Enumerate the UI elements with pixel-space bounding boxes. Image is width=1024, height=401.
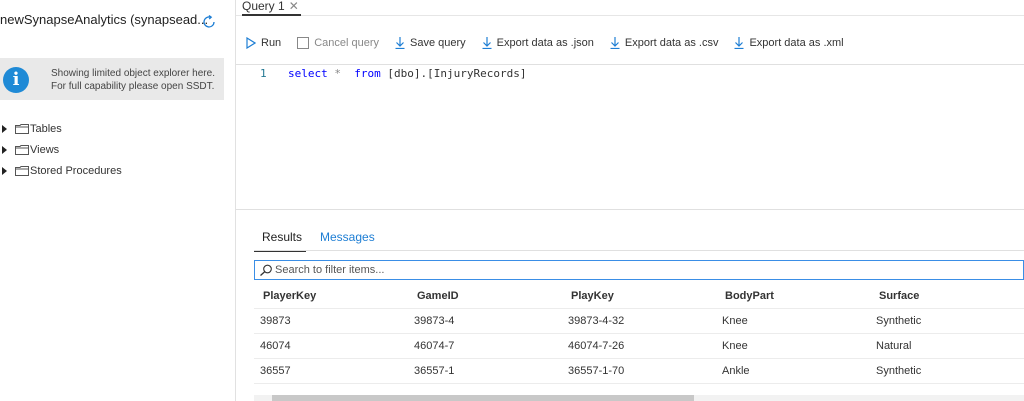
expand-caret-icon[interactable]	[2, 124, 7, 133]
table-cell[interactable]: 36557-1	[408, 365, 562, 377]
column-header[interactable]: Surface	[870, 290, 1024, 302]
download-icon	[395, 37, 405, 49]
cancel-label: Cancel query	[314, 37, 380, 49]
export-csv-button[interactable]: Export data as .csv	[610, 37, 719, 49]
grid-header-row: PlayerKey GameID PlayKey BodyPart Surfac…	[254, 284, 1024, 309]
divider	[254, 250, 1024, 251]
results-panel: Results Messages PlayerKey GameID PlayKe…	[236, 210, 1024, 401]
info-line-2: For full capability please open SSDT.	[51, 81, 215, 92]
export-xml-button[interactable]: Export data as .xml	[734, 37, 844, 49]
table-cell[interactable]: Knee	[716, 340, 870, 352]
table-cell[interactable]: Ankle	[716, 365, 870, 377]
results-grid: PlayerKey GameID PlayKey BodyPart Surfac…	[254, 284, 1024, 384]
table-cell[interactable]: Synthetic	[870, 365, 1024, 377]
sql-editor[interactable]: 1 select * from [dbo].[InjuryRecords]	[236, 64, 1024, 210]
star-operator: *	[334, 67, 341, 80]
keyword-select: select	[288, 67, 328, 80]
download-icon	[734, 37, 744, 49]
filter-input[interactable]	[275, 264, 975, 276]
column-header[interactable]: GameID	[408, 290, 562, 302]
close-icon[interactable]: ✕	[289, 0, 299, 13]
table-cell[interactable]: 46074-7	[408, 340, 562, 352]
column-header[interactable]: BodyPart	[716, 290, 870, 302]
results-tabs: Results Messages	[254, 228, 393, 252]
filter-box[interactable]	[254, 260, 1024, 280]
table-cell[interactable]: 36557-1-70	[562, 365, 716, 377]
expand-caret-icon[interactable]	[2, 166, 7, 175]
info-banner: i Showing limited object explorer here. …	[0, 58, 224, 100]
tree-item-label: Tables	[30, 122, 62, 135]
query-tab-bar: Query 1 ✕	[236, 0, 1024, 16]
table-row[interactable]: 39873 39873-4 39873-4-32 Knee Synthetic	[254, 309, 1024, 334]
tree-item-stored-procedures[interactable]: Stored Procedures	[0, 160, 122, 181]
tree-item-views[interactable]: Views	[0, 139, 122, 160]
object-tree: Tables Views Stored Procedures	[0, 118, 122, 181]
workspace-title[interactable]: newSynapseAnalytics (synapsead...	[0, 12, 208, 27]
tab-query-1[interactable]: Query 1 ✕	[242, 0, 301, 16]
folder-icon	[15, 165, 29, 176]
info-text: Showing limited object explorer here. Fo…	[51, 67, 215, 93]
code-line[interactable]: select * from [dbo].[InjuryRecords]	[288, 67, 526, 80]
download-icon	[482, 37, 492, 49]
search-icon	[260, 264, 272, 276]
horizontal-scrollbar[interactable]	[254, 395, 1024, 401]
keyword-from: from	[354, 67, 381, 80]
table-cell[interactable]: 39873-4-32	[562, 315, 716, 327]
scrollbar-thumb[interactable]	[272, 395, 694, 401]
play-icon	[246, 37, 256, 49]
export-json-button[interactable]: Export data as .json	[482, 37, 594, 49]
table-name: [dbo].[InjuryRecords]	[387, 67, 527, 80]
info-icon: i	[3, 67, 29, 93]
object-explorer: newSynapseAnalytics (synapsead... i Show…	[0, 0, 236, 401]
folder-icon	[15, 144, 29, 155]
table-cell[interactable]: 46074-7-26	[562, 340, 716, 352]
save-query-button[interactable]: Save query	[395, 37, 466, 49]
column-header[interactable]: PlayerKey	[254, 290, 408, 302]
tab-messages[interactable]: Messages	[320, 228, 379, 252]
export-csv-label: Export data as .csv	[624, 37, 719, 49]
table-cell[interactable]: 39873-4	[408, 315, 562, 327]
table-cell[interactable]: 46074	[254, 340, 408, 352]
tab-label: Query 1	[242, 0, 285, 13]
table-cell[interactable]: Synthetic	[870, 315, 1024, 327]
tree-item-label: Views	[30, 143, 60, 156]
run-button[interactable]: Run	[246, 37, 281, 49]
export-xml-label: Export data as .xml	[749, 37, 844, 49]
tree-item-label: Stored Procedures	[30, 164, 122, 177]
column-header[interactable]: PlayKey	[562, 290, 716, 302]
table-cell[interactable]: 36557	[254, 365, 408, 377]
table-row[interactable]: 36557 36557-1 36557-1-70 Ankle Synthetic	[254, 359, 1024, 384]
run-label: Run	[261, 37, 282, 49]
save-label: Save query	[410, 37, 466, 49]
table-row[interactable]: 46074 46074-7 46074-7-26 Knee Natural	[254, 334, 1024, 359]
table-cell[interactable]: Natural	[870, 340, 1024, 352]
export-json-label: Export data as .json	[496, 37, 594, 49]
refresh-icon[interactable]	[201, 14, 217, 30]
expand-caret-icon[interactable]	[2, 145, 7, 154]
tree-item-tables[interactable]: Tables	[0, 118, 122, 139]
line-number: 1	[260, 67, 267, 80]
tab-results[interactable]: Results	[254, 228, 307, 252]
stop-icon	[297, 37, 310, 49]
explorer-header: newSynapseAnalytics (synapsead...	[0, 12, 236, 36]
table-cell[interactable]: Knee	[716, 315, 870, 327]
cancel-query-button[interactable]: Cancel query	[297, 37, 379, 49]
synapse-query-editor: newSynapseAnalytics (synapsead... i Show…	[0, 0, 1024, 401]
query-toolbar: Run Cancel query Save query Export data …	[236, 30, 1024, 56]
table-cell[interactable]: 39873	[254, 315, 408, 327]
folder-icon	[15, 123, 29, 134]
info-line-1: Showing limited object explorer here.	[51, 68, 215, 79]
download-icon	[610, 37, 620, 49]
